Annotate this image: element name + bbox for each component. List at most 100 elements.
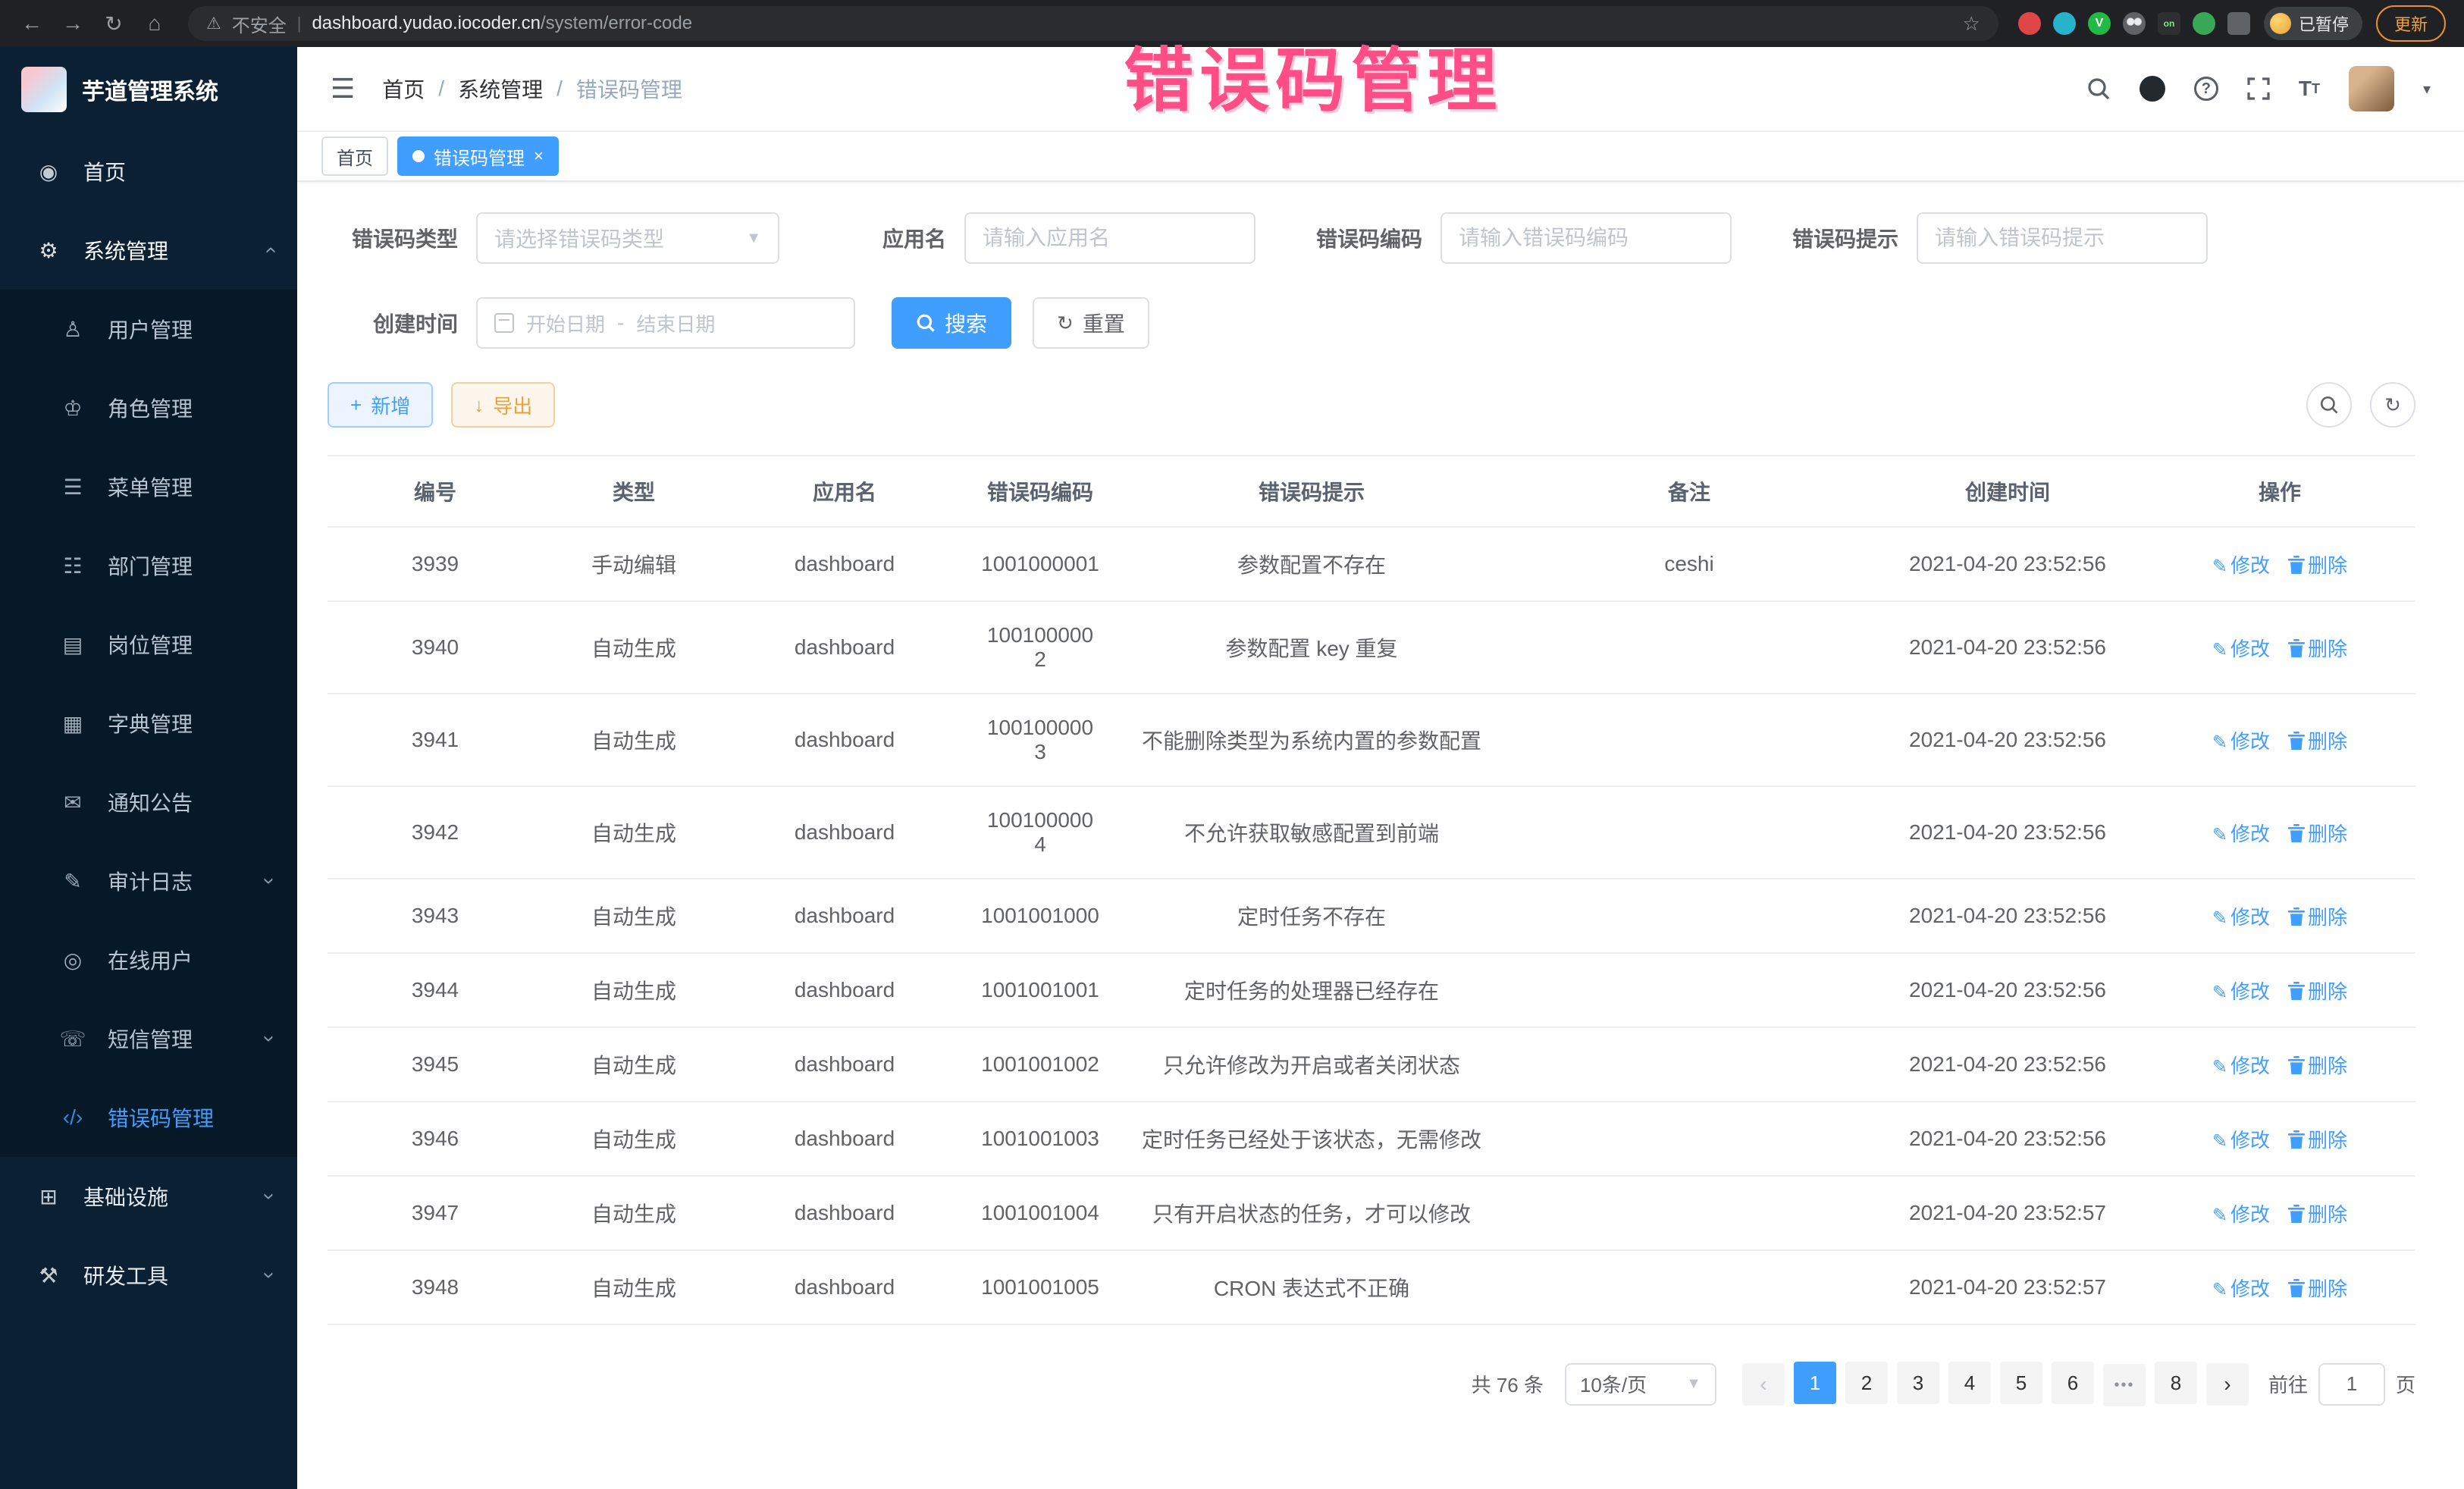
forward-icon[interactable]: → xyxy=(59,11,86,36)
edit-link[interactable]: ✎修改 xyxy=(2212,730,2270,753)
profile-paused-badge[interactable]: 已暂停 xyxy=(2264,7,2362,40)
address-bar[interactable]: ⚠ 不安全 | dashboard.yudao.iocoder.cn/syste… xyxy=(188,6,1998,41)
sidebar-item-error-code[interactable]: ‹/›错误码管理 xyxy=(0,1078,297,1157)
browser-update-button[interactable]: 更新 xyxy=(2376,5,2446,42)
sidebar-item-home[interactable]: ◉首页 xyxy=(0,132,297,211)
page-button-3[interactable]: 3 xyxy=(1897,1362,1939,1404)
next-page-button[interactable]: › xyxy=(2206,1363,2249,1406)
sidebar-item-role[interactable]: ♔角色管理 xyxy=(0,368,297,447)
delete-link[interactable]: 删除 xyxy=(2288,823,2347,845)
cell-type: 自动生成 xyxy=(543,879,725,953)
sidebar-item-system[interactable]: ⚙系统管理› xyxy=(0,211,297,290)
page-ellipsis[interactable]: ••• xyxy=(2103,1364,2146,1406)
log-icon: ✎ xyxy=(58,869,88,894)
cell-code: 1001001002 xyxy=(964,1027,1116,1102)
sidebar-item-audit-log[interactable]: ✎审计日志› xyxy=(0,842,297,920)
bookmark-star-icon[interactable]: ☆ xyxy=(1963,12,1980,36)
breadcrumb-home[interactable]: 首页 xyxy=(382,74,425,104)
refresh-table-button[interactable]: ↻ xyxy=(2370,382,2415,428)
edit-link[interactable]: ✎修改 xyxy=(2212,638,2270,660)
tab-home[interactable]: 首页 xyxy=(321,136,388,176)
reset-button[interactable]: ↻ 重置 xyxy=(1033,297,1149,349)
page-button-6[interactable]: 6 xyxy=(2052,1362,2094,1404)
tab-error-code[interactable]: 错误码管理 × xyxy=(397,136,559,176)
page-button-5[interactable]: 5 xyxy=(2000,1362,2042,1404)
page-button-1[interactable]: 1 xyxy=(1794,1362,1836,1404)
onetab-extension-icon[interactable]: on xyxy=(2158,12,2180,35)
delete-link[interactable]: 删除 xyxy=(2288,1277,2347,1300)
sidebar-item-dict[interactable]: ▦字典管理 xyxy=(0,684,297,763)
url-text: dashboard.yudao.iocoder.cn/system/error-… xyxy=(312,13,1951,34)
delete-link[interactable]: 删除 xyxy=(2288,1055,2347,1077)
puzzle-extension-icon[interactable] xyxy=(2227,12,2250,35)
delete-link[interactable]: 删除 xyxy=(2288,1203,2347,1226)
edit-link[interactable]: ✎修改 xyxy=(2212,1055,2270,1077)
export-button[interactable]: ↓ 导出 xyxy=(451,382,555,428)
sidebar-item-dept[interactable]: ☷部门管理 xyxy=(0,526,297,605)
cell-app: dashboard xyxy=(725,1102,964,1176)
delete-link[interactable]: 删除 xyxy=(2288,554,2347,577)
leaf-extension-icon[interactable] xyxy=(2193,12,2215,35)
show-search-toggle-button[interactable] xyxy=(2306,382,2352,428)
sidebar-item-sms[interactable]: ☏短信管理› xyxy=(0,999,297,1078)
search-icon[interactable] xyxy=(2086,77,2111,101)
sidebar-item-online-user[interactable]: ◎在线用户 xyxy=(0,920,297,999)
prev-page-button[interactable]: ‹ xyxy=(1742,1363,1785,1406)
edit-link[interactable]: ✎修改 xyxy=(2212,906,2270,929)
sidebar-item-devtools[interactable]: ⚒研发工具› xyxy=(0,1236,297,1315)
chevron-down-icon: › xyxy=(257,1271,281,1278)
delete-link[interactable]: 删除 xyxy=(2288,638,2347,660)
edit-link[interactable]: ✎修改 xyxy=(2212,823,2270,845)
edit-link[interactable]: ✎修改 xyxy=(2212,980,2270,1003)
error-code-field xyxy=(1440,212,1732,264)
error-hint-input[interactable] xyxy=(1935,226,2190,250)
hamburger-icon[interactable]: ☰ xyxy=(331,73,355,105)
page-size-select[interactable]: 10条/页 ▼ xyxy=(1565,1363,1716,1406)
search-button[interactable]: 搜索 xyxy=(892,297,1011,349)
goto-page: 前往 页 xyxy=(2268,1363,2415,1406)
github-icon[interactable] xyxy=(2140,76,2165,102)
font-size-icon[interactable]: TT xyxy=(2299,77,2320,101)
sidebar-item-user[interactable]: ♙用户管理 xyxy=(0,290,297,368)
cell-app: dashboard xyxy=(725,601,964,694)
sidebar-item-notice[interactable]: ✉通知公告 xyxy=(0,763,297,842)
cell-id: 3945 xyxy=(328,1027,543,1102)
error-type-select[interactable]: 请选择错误码类型 ▼ xyxy=(476,212,779,264)
page-button-4[interactable]: 4 xyxy=(1948,1362,1991,1404)
back-icon[interactable]: ← xyxy=(18,11,45,36)
chevron-down-icon[interactable]: ▾ xyxy=(2423,80,2431,99)
refresh-icon[interactable]: ↻ xyxy=(100,11,127,36)
dropper-extension-icon[interactable] xyxy=(2053,12,2076,35)
date-range-picker[interactable]: 开始日期 - 结束日期 xyxy=(476,297,855,349)
sidebar-item-infra[interactable]: ⊞基础设施› xyxy=(0,1157,297,1236)
v-extension-icon[interactable]: V xyxy=(2088,12,2111,35)
home-icon[interactable]: ⌂ xyxy=(141,11,168,36)
sidebar-item-post[interactable]: ▤岗位管理 xyxy=(0,605,297,684)
page-button-2[interactable]: 2 xyxy=(1845,1362,1888,1404)
edit-link[interactable]: ✎修改 xyxy=(2212,1277,2270,1300)
edit-link[interactable]: ✎修改 xyxy=(2212,1203,2270,1226)
delete-link[interactable]: 删除 xyxy=(2288,1129,2347,1152)
cell-type: 自动生成 xyxy=(543,786,725,879)
sidebar-item-menu[interactable]: ☰菜单管理 xyxy=(0,447,297,526)
add-button[interactable]: + 新增 xyxy=(328,382,433,428)
delete-link[interactable]: 删除 xyxy=(2288,906,2347,929)
edit-link[interactable]: ✎修改 xyxy=(2212,554,2270,577)
help-icon[interactable]: ? xyxy=(2194,77,2218,101)
record-extension-icon[interactable] xyxy=(2018,12,2041,35)
warning-icon: ⚠ xyxy=(206,14,221,33)
goto-page-input[interactable] xyxy=(2318,1363,2385,1406)
users-extension-icon[interactable] xyxy=(2123,12,2146,35)
tab-close-icon[interactable]: × xyxy=(534,146,544,166)
fullscreen-icon[interactable] xyxy=(2247,77,2270,100)
user-avatar[interactable] xyxy=(2349,66,2394,111)
delete-link[interactable]: 删除 xyxy=(2288,980,2347,1003)
app-name-input[interactable] xyxy=(983,226,1237,250)
edit-link[interactable]: ✎修改 xyxy=(2212,1129,2270,1152)
delete-link[interactable]: 删除 xyxy=(2288,730,2347,753)
error-code-input[interactable] xyxy=(1459,226,1713,250)
breadcrumb-system[interactable]: 系统管理 xyxy=(458,74,543,104)
app-logo[interactable]: 芋道管理系统 xyxy=(0,47,297,132)
page-button-8[interactable]: 8 xyxy=(2155,1362,2197,1404)
cell-type: 自动生成 xyxy=(543,1027,725,1102)
